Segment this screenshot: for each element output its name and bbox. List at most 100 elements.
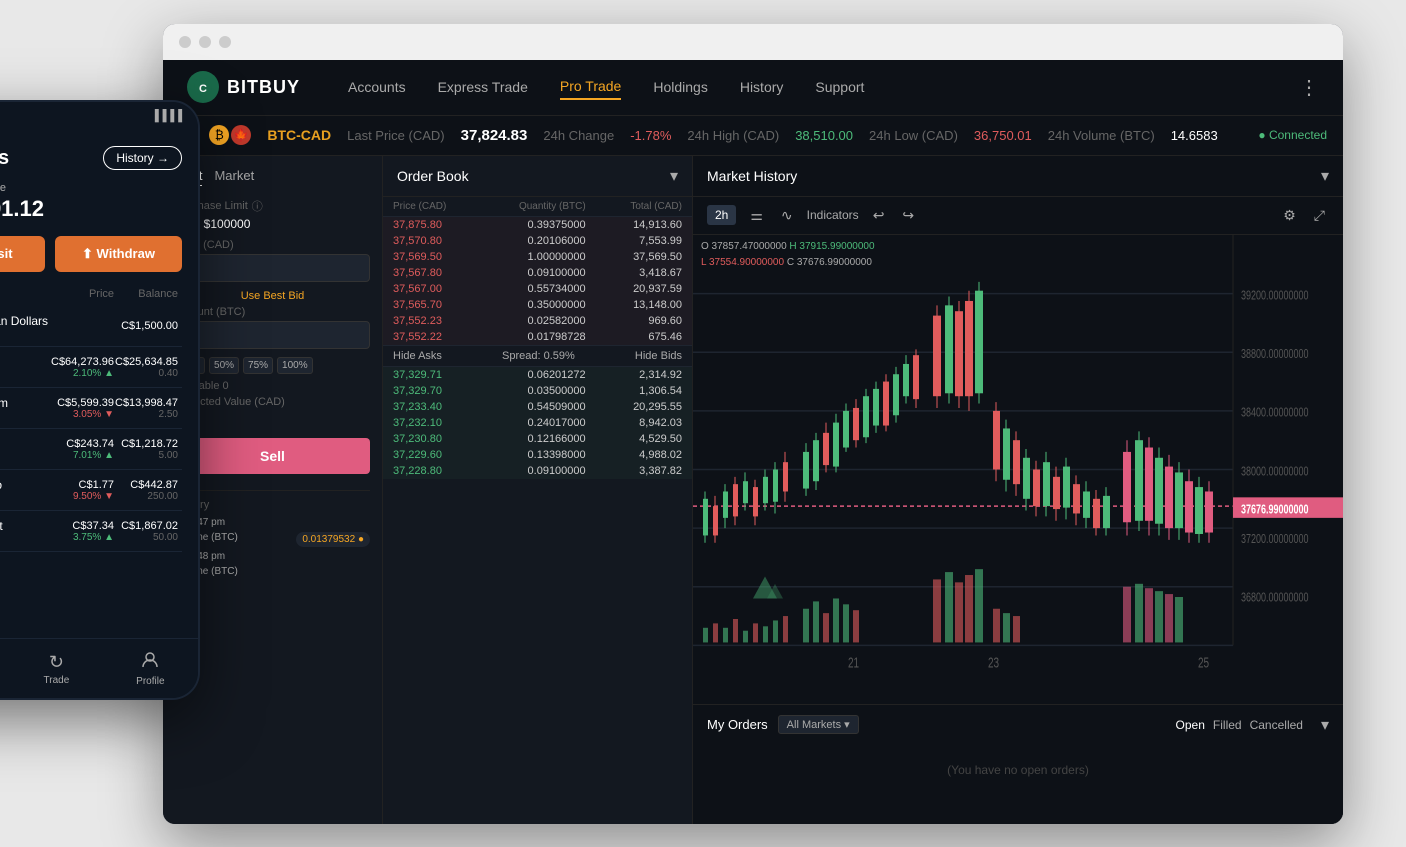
asset-row-dot[interactable]: ● Polkadot DOT C$37.34 3.75% ▲ C$1,867.0… [0, 511, 182, 552]
profile-nav-label: Profile [136, 676, 164, 687]
nav-history[interactable]: History [740, 75, 784, 99]
mobile-nav-profile[interactable]: Profile [136, 651, 164, 687]
svg-text:37200.00000000: 37200.00000000 [1241, 532, 1309, 546]
ask-price-4: 37,567.80 [393, 267, 489, 279]
dot-change: 3.75% ▲ [50, 532, 114, 543]
profile-nav-icon [141, 651, 159, 674]
eth-names: Ethereum ETH [0, 396, 8, 421]
volume-label: 24h Volume (BTC) [1048, 128, 1155, 143]
order-history-section: History 4:50:47 pm Volume (BTC) 0.013795… [175, 490, 370, 577]
time-btn-2h[interactable]: 2h [707, 205, 736, 225]
browser-window: C BITBUY Accounts Express Trade Pro Trad… [163, 24, 1343, 824]
asset-row-sol[interactable]: ◎ Solana SOL C$243.74 7.01% ▲ C$1,218.72… [0, 429, 182, 470]
right-panel: Market History ▾ 2h ⚌ ∿ Indicators ↩ ↪ ⚙… [693, 156, 1343, 824]
market-history-chevron[interactable]: ▾ [1321, 166, 1329, 186]
mobile-deposit-btn[interactable]: ⬇ Deposit [0, 236, 45, 272]
hide-asks-btn[interactable]: Hide Asks [393, 350, 442, 362]
nav-accounts[interactable]: Accounts [348, 75, 406, 99]
browser-dot-green [219, 36, 231, 48]
connection-status: Connected [1258, 128, 1327, 142]
ask-total-3: 37,569.50 [586, 251, 682, 263]
nav-support[interactable]: Support [815, 75, 864, 99]
order-book-header: Order Book ▾ [383, 156, 692, 197]
dot-price: C$37.34 [50, 520, 114, 532]
price-input[interactable] [175, 254, 370, 282]
trading-pair[interactable]: BTC-CAD [267, 127, 331, 143]
amount-input[interactable] [175, 321, 370, 349]
balance-col-header: Balance [114, 288, 178, 300]
hide-bids-btn[interactable]: Hide Bids [635, 350, 682, 362]
asset-row-ada[interactable]: ₳ Cardano ADA C$1.77 9.50% ▼ C$442.87 25… [0, 470, 182, 511]
bid-price-3: 37,233.40 [393, 401, 489, 413]
ohlc-high: H 37915.99000000 [789, 241, 874, 252]
ask-qty-6: 0.35000000 [489, 299, 585, 311]
ask-qty-4: 0.09100000 [489, 267, 585, 279]
nav-holdings[interactable]: Holdings [653, 75, 707, 99]
nav-more-icon[interactable]: ⋮ [1299, 75, 1319, 100]
ada-info: ₳ Cardano ADA [0, 477, 50, 503]
trade-nav-icon: ↻ [49, 652, 64, 673]
indicators-btn[interactable]: Indicators [807, 208, 859, 222]
svg-text:37676.99000000: 37676.99000000 [1241, 502, 1309, 516]
cad-info: C$ Canadian Dollars CAD [0, 313, 50, 339]
amount-label: Amount (BTC) [175, 306, 370, 318]
market-history-title: Market History [707, 168, 797, 184]
pct-75-btn[interactable]: 75% [243, 357, 273, 374]
dot-price-col: C$37.34 3.75% ▲ [50, 520, 114, 543]
expected-value-row: Expected Value (CAD) 0.00 [175, 396, 370, 422]
asset-row-cad[interactable]: C$ Canadian Dollars CAD C$1,500.00 [0, 306, 182, 347]
history-section-title: History [175, 499, 370, 511]
mobile-accounts-header: Accounts History → [0, 146, 182, 170]
chart-type-icon[interactable]: ⚌ [746, 205, 767, 226]
main-content: Limit Market Purchase Limit ⓘ CAD $10000… [163, 156, 1343, 824]
asset-row-btc[interactable]: ₿ Bitcoin BTC C$64,273.96 2.10% ▲ C$25,6… [0, 347, 182, 388]
fullscreen-icon[interactable]: ⤢ [1310, 205, 1329, 226]
undo-icon[interactable]: ↩ [869, 205, 889, 226]
mobile-withdraw-btn[interactable]: ⬆ Withdraw [55, 236, 182, 272]
settings-icon[interactable]: ⚙ [1279, 205, 1300, 226]
redo-icon[interactable]: ↪ [898, 205, 918, 226]
expected-label: Expected Value (CAD) [175, 396, 370, 408]
dot-names: Polkadot DOT [0, 519, 3, 544]
pct-50-btn[interactable]: 50% [209, 357, 239, 374]
mobile-nav-trade[interactable]: ↻ Trade [44, 652, 70, 686]
all-markets-btn[interactable]: All Markets ▾ [778, 715, 859, 734]
my-orders-chevron[interactable]: ▾ [1321, 715, 1329, 735]
use-best-bid-link[interactable]: Use Best Bid [175, 290, 370, 302]
tab-market[interactable]: Market [214, 168, 254, 186]
tab-cancelled[interactable]: Cancelled [1250, 718, 1303, 732]
sol-info: ◎ Solana SOL [0, 436, 50, 462]
asset-row-eth[interactable]: Ξ Ethereum ETH C$5,599.39 3.05% ▼ C$13,9… [0, 388, 182, 429]
btc-change: 2.10% ▲ [50, 368, 114, 379]
history-vol-row-2: Volume (BTC) [175, 566, 370, 577]
line-chart-icon[interactable]: ∿ [777, 205, 797, 226]
price-change: -1.78% [630, 128, 671, 143]
price-low: 36,750.01 [974, 128, 1032, 143]
market-history-header: Market History ▾ [693, 156, 1343, 197]
nav-pro-trade[interactable]: Pro Trade [560, 74, 621, 100]
bid-total-5: 4,529.50 [586, 433, 682, 445]
ob-col-qty: Quantity (BTC) [489, 201, 585, 212]
ada-symbol: ADA [0, 492, 2, 503]
bid-price-2: 37,329.70 [393, 385, 489, 397]
order-book-chevron[interactable]: ▾ [670, 166, 678, 186]
ask-total-8: 675.46 [586, 331, 682, 343]
tab-filled[interactable]: Filled [1213, 718, 1242, 732]
sell-button[interactable]: Sell [175, 438, 370, 474]
logo[interactable]: C BITBUY [187, 71, 300, 103]
mobile-accounts-title: Accounts [0, 147, 9, 170]
pct-100-btn[interactable]: 100% [277, 357, 313, 374]
mobile-balance-value: C$74,291.12 [0, 196, 182, 222]
dot-symbol: DOT [0, 533, 3, 544]
mobile-history-btn[interactable]: History → [103, 146, 182, 170]
eth-price-col: C$5,599.39 3.05% ▼ [50, 397, 114, 420]
info-icon: ⓘ [252, 198, 263, 214]
bid-row-4: 37,232.10 0.24017000 8,942.03 [383, 415, 692, 431]
nav-express-trade[interactable]: Express Trade [438, 75, 528, 99]
order-book-panel: Order Book ▾ Price (CAD) Quantity (BTC) … [383, 156, 693, 824]
ask-row-7: 37,552.23 0.02582000 969.60 [383, 313, 692, 329]
cad-name: Canadian Dollars [0, 314, 48, 328]
btc-balance: C$25,634.85 0.40 [114, 356, 178, 379]
my-orders-title: My Orders [707, 717, 768, 732]
tab-open[interactable]: Open [1176, 718, 1205, 732]
